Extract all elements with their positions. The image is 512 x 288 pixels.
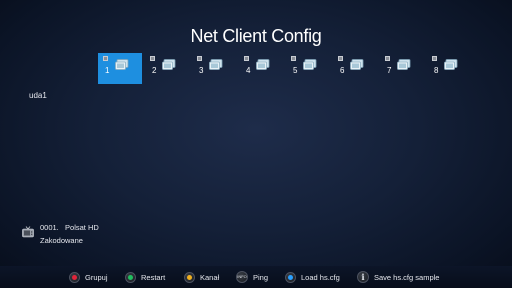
slot-number: 7 [387,66,392,75]
channel-number-name: 0001. Polsat HD [40,223,99,232]
slot-number: 1 [105,66,110,75]
network-client-icon [209,59,223,70]
slot-status-indicator [291,56,296,61]
channel-status: Zakodowane [40,236,83,245]
network-client-icon [162,59,176,70]
blue-key-icon [285,271,296,283]
slot-status-indicator [197,56,202,61]
client-name-label: uda1 [29,91,47,100]
key-hint-bar: Grupuj Restart Kanał INFO Ping Load hs.c… [0,266,512,288]
slot-number: 2 [152,66,157,75]
blue-key-label: Load hs.cfg [301,272,340,282]
client-slot-1[interactable]: 1 [98,53,142,84]
green-key-icon [125,271,136,283]
info-key-icon: INFO [236,271,248,283]
slot-status-indicator [338,56,343,61]
slot-number: 5 [293,66,298,75]
slot-status-indicator [244,56,249,61]
blue-key-button[interactable]: Load hs.cfg [285,270,340,284]
client-slot-6[interactable]: 6 [333,53,377,84]
slot-status-indicator [103,56,108,61]
slot-status-indicator [150,56,155,61]
slot-number: 8 [434,66,439,75]
i-key-icon: i [357,271,369,283]
green-key-button[interactable]: Restart [125,270,165,284]
yellow-key-button[interactable]: Kanał [184,270,219,284]
info-key-button[interactable]: INFO Ping [236,270,268,284]
tv-icon [22,226,34,238]
slot-number: 3 [199,66,204,75]
network-client-icon [397,59,411,70]
current-channel-info: 0001. Polsat HD Zakodowane [40,221,99,247]
client-slot-2[interactable]: 2 [145,53,189,84]
red-key-icon [69,271,80,283]
client-slot-8[interactable]: 8 [427,53,471,84]
client-slot-7[interactable]: 7 [380,53,424,84]
network-client-icon [115,59,129,70]
network-client-icon [256,59,270,70]
slot-number: 4 [246,66,251,75]
red-key-button[interactable]: Grupuj [69,270,108,284]
network-client-icon [303,59,317,70]
client-slot-4[interactable]: 4 [239,53,283,84]
i-key-label: Save hs.cfg sample [374,272,440,282]
slot-status-indicator [385,56,390,61]
network-client-icon [350,59,364,70]
slot-status-indicator [432,56,437,61]
client-slot-bar: 1 2 3 4 5 6 7 8 [98,53,470,84]
i-key-button[interactable]: i Save hs.cfg sample [357,270,439,284]
yellow-key-label: Kanał [200,272,220,282]
network-client-icon [444,59,458,70]
slot-number: 6 [340,66,345,75]
page-title: Net Client Config [190,26,322,46]
client-slot-3[interactable]: 3 [192,53,236,84]
red-key-label: Grupuj [85,272,108,282]
client-slot-5[interactable]: 5 [286,53,330,84]
info-key-label: Ping [253,272,269,282]
yellow-key-icon [184,271,195,283]
green-key-label: Restart [141,272,166,282]
